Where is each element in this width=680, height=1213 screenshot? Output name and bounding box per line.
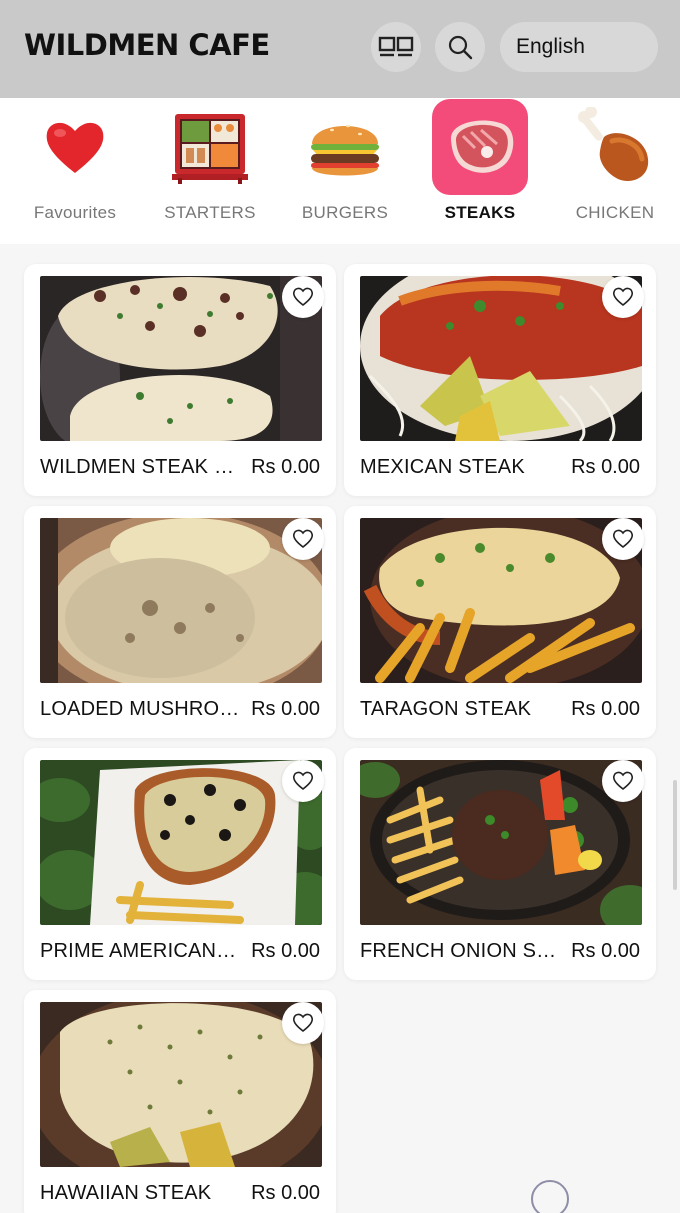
- menu-item-card[interactable]: HAWAIIAN STEAK Rs 0.00: [24, 990, 336, 1213]
- heart-outline-icon: [612, 771, 634, 791]
- heart-outline-icon: [292, 529, 314, 549]
- menu-grid: WILDMEN STEAK SPE... Rs 0.00 MEXICAN STE…: [0, 244, 680, 1213]
- search-button[interactable]: [435, 22, 485, 72]
- layout-toggle-button[interactable]: [371, 22, 421, 72]
- menu-item-name: HAWAIIAN STEAK: [40, 1182, 212, 1204]
- menu-item-name: LOADED MUSHROOM ...: [40, 698, 240, 720]
- brand-title: WILDMEN CAFE: [24, 28, 270, 62]
- category-label: BURGERS: [301, 203, 389, 222]
- menu-item-price: Rs 0.00: [251, 940, 320, 962]
- menu-item-price: Rs 0.00: [571, 940, 640, 962]
- menu-item-photo: [40, 760, 322, 925]
- favourite-button[interactable]: [282, 760, 324, 802]
- menu-item-card[interactable]: MEXICAN STEAK Rs 0.00: [344, 264, 656, 496]
- menu-item-photo: [40, 518, 322, 683]
- favourite-button[interactable]: [602, 276, 644, 318]
- favourite-button[interactable]: [282, 1002, 324, 1044]
- favourite-button[interactable]: [282, 518, 324, 560]
- category-label: Favourites: [33, 203, 117, 222]
- category-steaks[interactable]: STEAKS: [415, 98, 545, 244]
- category-chicken[interactable]: CHICKEN: [550, 98, 680, 244]
- category-starters[interactable]: STARTERS: [145, 98, 275, 244]
- menu-item-card[interactable]: PRIME AMERICAN ST... Rs 0.00: [24, 748, 336, 980]
- menu-item-card[interactable]: TARAGON STEAK Rs 0.00: [344, 506, 656, 738]
- burger-icon: [311, 124, 379, 176]
- category-burgers[interactable]: BURGERS: [280, 98, 410, 244]
- search-icon: [448, 35, 473, 60]
- heart-outline-icon: [292, 287, 314, 307]
- favourite-button[interactable]: [602, 760, 644, 802]
- favourite-button[interactable]: [282, 276, 324, 318]
- category-bar: Favourites STARTERS BURGERS STEAKS CHICK…: [0, 98, 680, 244]
- menu-item-name: PRIME AMERICAN ST...: [40, 940, 240, 962]
- menu-item-price: Rs 0.00: [251, 1182, 320, 1204]
- bento-box-icon: [172, 114, 248, 184]
- menu-item-photo: [360, 276, 642, 441]
- language-selector[interactable]: English: [500, 22, 658, 72]
- menu-item-card[interactable]: WILDMEN STEAK SPE... Rs 0.00: [24, 264, 336, 496]
- menu-item-photo: [360, 760, 642, 925]
- grid-layout-icon: [378, 36, 414, 57]
- favourite-button[interactable]: [602, 518, 644, 560]
- heart-outline-icon: [612, 529, 634, 549]
- heart-outline-icon: [292, 771, 314, 791]
- heart-outline-icon: [292, 1013, 314, 1033]
- menu-item-name: TARAGON STEAK: [360, 698, 532, 720]
- menu-item-price: Rs 0.00: [251, 698, 320, 720]
- loading-spinner: [531, 1180, 569, 1213]
- app-header: WILDMEN CAFE English: [0, 0, 680, 98]
- scrollbar-thumb[interactable]: [673, 780, 677, 890]
- menu-item-name: MEXICAN STEAK: [360, 456, 525, 478]
- menu-item-price: Rs 0.00: [571, 698, 640, 720]
- menu-item-name: WILDMEN STEAK SPE...: [40, 456, 240, 478]
- menu-item-photo: [40, 1002, 322, 1167]
- category-label: STARTERS: [164, 203, 256, 222]
- category-label: STEAKS: [444, 203, 516, 222]
- menu-item-card[interactable]: LOADED MUSHROOM ... Rs 0.00: [24, 506, 336, 738]
- menu-item-price: Rs 0.00: [571, 456, 640, 478]
- menu-item-price: Rs 0.00: [251, 456, 320, 478]
- category-favourites[interactable]: Favourites: [10, 98, 140, 244]
- chicken-leg-icon: [578, 107, 649, 181]
- menu-item-photo: [40, 276, 322, 441]
- heart-outline-icon: [612, 287, 634, 307]
- menu-item-name: FRENCH ONION STEAK: [360, 940, 560, 962]
- category-label: CHICKEN: [575, 203, 655, 222]
- heart-icon: [46, 122, 104, 173]
- steak-icon: [450, 120, 514, 173]
- menu-item-photo: [360, 518, 642, 683]
- menu-item-card[interactable]: FRENCH ONION STEAK Rs 0.00: [344, 748, 656, 980]
